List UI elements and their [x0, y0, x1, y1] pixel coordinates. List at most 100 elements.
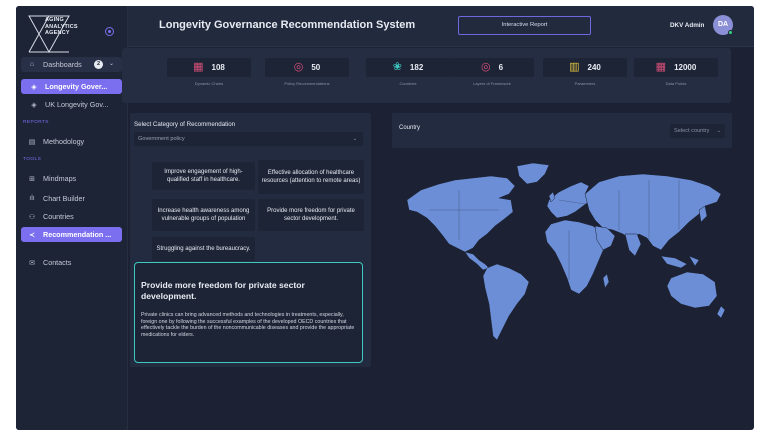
sidebar-item-countries[interactable]: ⚇ Countries: [21, 209, 122, 224]
recommendation-card[interactable]: Provide more freedom for private sector …: [258, 199, 364, 231]
recommendation-card-text: Provide more freedom for private sector …: [267, 208, 355, 222]
logo-text: AGING ANALYTICS AGENCY: [45, 17, 78, 37]
user-name[interactable]: DKV Admin: [670, 22, 704, 29]
stat-value: 6: [498, 63, 504, 72]
stat-box: ◎ 50: [265, 58, 349, 77]
recommendation-card[interactable]: Effective allocation of healthcare resou…: [258, 160, 364, 194]
stat-label: Layers of Framework: [473, 81, 511, 86]
stat-value: 182: [409, 63, 424, 72]
compass-icon: ◎: [480, 61, 491, 73]
section-label-reports: REPORTS: [23, 120, 49, 125]
recommendation-card-text: Effective allocation of healthcare resou…: [261, 170, 361, 184]
stat-parameters: ▥ 240 Parameters: [543, 58, 627, 86]
sidebar-item-label: Chart Builder: [43, 194, 85, 203]
map-region: [602, 273, 610, 289]
interactive-report-button[interactable]: Interactive Report: [458, 16, 591, 35]
country-panel: Country Select country ⌄: [392, 113, 732, 148]
stat-label: Countries: [399, 81, 417, 86]
globe-icon: ❀: [392, 61, 402, 73]
online-status-dot: [728, 30, 733, 35]
chevron-down-icon: ⌄: [109, 61, 115, 67]
document-icon: ▤: [28, 138, 36, 146]
sidebar-item-contacts[interactable]: ✉ Contacts: [21, 255, 122, 270]
map-region: [660, 255, 688, 269]
cube-icon: ◈: [31, 83, 37, 91]
sidebar-item-label: Methodology: [43, 137, 85, 146]
stat-value: 108: [211, 63, 225, 72]
share-icon: ≺: [29, 231, 35, 239]
sidebar-item-label: Recommendation ...: [43, 230, 112, 239]
sidebar-item-mindmaps[interactable]: ⊞ Mindmaps: [21, 171, 122, 186]
country-label: Country: [399, 125, 421, 131]
top-header: Longevity Governance Recommendation Syst…: [128, 6, 754, 47]
cube-icon: ◈: [31, 101, 37, 109]
chevron-down-icon: ⌄: [352, 136, 357, 142]
grid-icon: ▦: [655, 61, 667, 73]
sidebar-item-methodology[interactable]: ▤ Methodology: [21, 134, 122, 149]
category-select[interactable]: Government policy ⌄: [134, 132, 363, 146]
sidebar-item-dashboards[interactable]: ⌂ Dashboards 2 ⌄: [21, 57, 122, 72]
category-label: Select Category of Recommendation: [134, 121, 236, 128]
sidebar-toggle-icon[interactable]: [105, 27, 114, 36]
sidebar-item-label: Countries: [43, 212, 74, 221]
recommendation-detail-card: Provide more freedom for private sector …: [134, 262, 363, 363]
page-title: Longevity Governance Recommendation Syst…: [159, 19, 416, 31]
map-region: [546, 181, 592, 219]
stat-dynamic-charts: ▦ 108 Dynamic Charts: [167, 58, 251, 86]
logo-line-3: AGENCY: [45, 30, 70, 36]
recommendation-card[interactable]: Improve engagement of high-qualified sta…: [152, 162, 255, 190]
map-region: [464, 251, 490, 271]
sidebar-item-label: Dashboards: [43, 60, 82, 69]
bar-chart-icon: ılı: [29, 195, 35, 202]
map-region: [516, 162, 550, 185]
map-region: [688, 255, 700, 267]
stat-label: Dynamic Charts: [194, 81, 224, 86]
building-icon: ▥: [569, 61, 580, 73]
grid-icon: ▦: [193, 61, 204, 73]
sidebar-item-label: Contacts: [43, 258, 72, 267]
recommendation-card[interactable]: Struggling against the bureaucracy.: [152, 237, 255, 261]
stat-value: 12000: [674, 63, 697, 72]
stat-label: Data Points: [665, 81, 687, 86]
stat-layers-of-framework: ◎ 6 Layers of Framework: [450, 58, 534, 86]
recommendation-card-text: Improve engagement of high-qualified sta…: [164, 169, 243, 183]
stat-data-points: ▦ 12000 Data Points: [634, 58, 718, 86]
recommendation-panel: Select Category of Recommendation Govern…: [130, 113, 371, 367]
grid-icon: ⊞: [29, 175, 35, 183]
detail-title: Provide more freedom for private sector …: [141, 280, 305, 301]
map-region: [406, 175, 516, 253]
detail-body: Private clinics can bring advanced metho…: [141, 312, 355, 338]
country-select[interactable]: Select country ⌄: [670, 124, 725, 138]
stat-box: ▦ 12000: [634, 58, 718, 77]
sidebar-item-uk-longevity[interactable]: ◈ UK Longevity Gov...: [21, 97, 122, 112]
sidebar-item-label: UK Longevity Gov...: [45, 100, 109, 109]
sidebar-item-label: Longevity Gover...: [45, 82, 108, 91]
stat-countries: ❀ 182 Countries: [366, 58, 450, 86]
sidebar-item-chart-builder[interactable]: ılı Chart Builder: [21, 191, 122, 206]
map-region: [666, 271, 718, 309]
users-icon: ⚇: [28, 213, 36, 221]
recommendation-card-text: Struggling against the bureaucracy.: [156, 246, 251, 252]
world-map[interactable]: [399, 160, 732, 350]
dashboards-count-badge: 2: [94, 60, 103, 69]
recommendation-card[interactable]: Increase health awareness among vulnerab…: [152, 199, 255, 231]
map-region: [624, 233, 642, 257]
section-label-tools: TOOLS: [23, 157, 42, 162]
stat-box: ▦ 108: [167, 58, 251, 77]
sidebar-item-recommendation[interactable]: ≺ Recommendation ...: [21, 227, 122, 242]
stat-label: Policy Recommendations: [284, 81, 330, 86]
stat-label: Parameters: [574, 81, 596, 86]
sidebar-item-label: Mindmaps: [43, 174, 77, 183]
chevron-down-icon: ⌄: [716, 128, 721, 134]
sidebar: AGING ANALYTICS AGENCY ⌂ Dashboards 2 ⌄ …: [16, 6, 128, 430]
stat-value: 50: [311, 63, 321, 72]
sidebar-item-longevity-governance[interactable]: ◈ Longevity Gover...: [21, 79, 122, 94]
category-select-value: Government policy: [138, 136, 185, 142]
mail-icon: ✉: [29, 259, 35, 267]
stat-box: ▥ 240: [543, 58, 627, 77]
stat-box: ❀ 182: [366, 58, 450, 77]
country-select-placeholder: Select country: [674, 128, 710, 134]
stat-value: 240: [587, 63, 601, 72]
stats-bar: ▦ 108 Dynamic Charts ◎ 50 Policy Recomme…: [122, 48, 731, 103]
compass-icon: ◎: [293, 61, 304, 73]
